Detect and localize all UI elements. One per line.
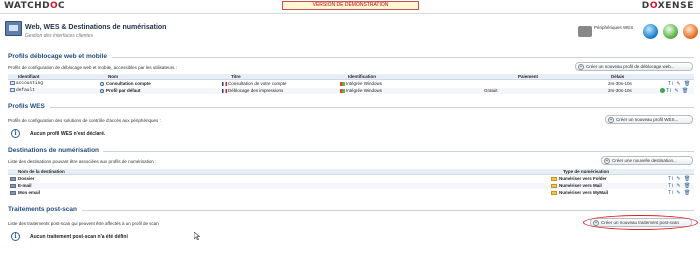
info-icon: i: [11, 129, 20, 138]
table-row[interactable]: default Profil par défaut Déblocage des …: [8, 88, 694, 94]
globe-icon[interactable]: [643, 24, 658, 39]
mouse-cursor-icon: [193, 231, 201, 241]
search-icon: [100, 88, 104, 93]
table-header-destinations: Nom de la destination Type de numérisati…: [8, 169, 694, 175]
row-actions[interactable]: Ti ✎ 🗑: [668, 81, 691, 87]
add-icon: +: [578, 64, 584, 70]
profile-icon: [10, 81, 15, 85]
info-icon: i: [11, 232, 20, 241]
create-destination-button[interactable]: + Créer une nouvelle destination...: [601, 156, 693, 165]
section-divider: [112, 57, 694, 58]
profile-icon: [10, 88, 15, 92]
destination-icon: [10, 190, 16, 195]
page-subtitle: Gestion des interfaces clientes: [25, 33, 94, 39]
destination-icon: [10, 183, 16, 188]
row-actions[interactable]: Ti ✎ 🗑: [668, 176, 691, 182]
section-divider: [50, 107, 694, 108]
demo-banner: VERSION DE DÉMONSTRATION: [282, 1, 419, 10]
create-post-scan-button[interactable]: + Créer un nouveau traitement post-scan: [590, 218, 692, 227]
windows-icon: [340, 81, 345, 86]
section-title-post-scan: Traitements post-scan: [8, 206, 77, 213]
printer-icon: [578, 26, 592, 37]
web-interfaces-icon: [5, 21, 22, 36]
search-icon: [100, 81, 104, 86]
folder-icon: [551, 176, 557, 181]
mail-icon: [551, 190, 557, 195]
table-row[interactable]: Dossier Numériser vers Folder Ti ✎ 🗑: [8, 176, 694, 182]
default-check-icon: [660, 88, 665, 94]
page-header: Web, WES & Destinations de numérisation …: [0, 15, 700, 48]
table-row[interactable]: accounting Consultation compte Consultat…: [8, 81, 694, 87]
table-header-web-profiles: Identifiant Nom Titre Identification Pai…: [8, 74, 694, 80]
wes-peripherals-link[interactable]: Périphériques WES: [578, 24, 636, 40]
empty-wes-message: Aucun profil WES n'est déclaré.: [30, 131, 106, 137]
section-divider: [103, 151, 694, 152]
add-icon: +: [593, 220, 599, 226]
add-icon: +: [608, 117, 614, 123]
section-title-destinations: Destinations de numérisation: [8, 147, 100, 154]
flag-icon: [222, 88, 227, 93]
watchdoc-logo: WATCHDOC: [4, 1, 66, 11]
row-actions[interactable]: Ti ✎ 🗑: [668, 183, 691, 189]
flag-icon: [222, 81, 227, 86]
create-web-profile-button[interactable]: + Créer un nouveau profil de déblocage we…: [575, 62, 693, 71]
section-divider: [82, 210, 694, 211]
row-actions[interactable]: Ti ✎ 🗑: [660, 88, 689, 94]
section-desc-post-scan: Liste des traitements post-scan qui peuv…: [8, 221, 159, 226]
add-icon: +: [604, 158, 610, 164]
section-desc-web-profiles: Profils de configuration de déblocage we…: [8, 65, 177, 70]
green-globe-icon[interactable]: [663, 24, 678, 39]
page-title: Web, WES & Destinations de numérisation: [25, 24, 167, 31]
section-desc-wes-profiles: Profils de configuration des solutions d…: [8, 118, 161, 123]
section-title-wes-profiles: Profils WES: [8, 103, 45, 110]
empty-post-scan-message: Aucun traitement post-scan n'a été défin…: [30, 234, 128, 240]
destination-icon: [10, 176, 16, 181]
doxense-logo: DOXENSE: [641, 1, 694, 11]
mail-icon: [551, 183, 557, 188]
peripherals-label: Périphériques WES: [594, 25, 634, 30]
row-actions[interactable]: Ti ✎ 🗑: [668, 190, 691, 196]
create-wes-profile-button[interactable]: + Créer un nouveau profil WES...: [605, 115, 693, 124]
bell-icon[interactable]: [683, 24, 698, 39]
top-bar: WATCHDOC VERSION DE DÉMONSTRATION DOXENS…: [0, 0, 700, 14]
table-row[interactable]: E-mail Numériser vers Mail Ti ✎ 🗑: [8, 183, 694, 189]
section-desc-destinations: Liste des destinations pouvant être asso…: [8, 159, 157, 164]
section-title-web-profiles: Profils déblocage web et mobile: [8, 53, 107, 60]
table-row[interactable]: Mon email Numériser vers MyMail Ti ✎ 🗑: [8, 190, 694, 196]
windows-icon: [340, 88, 345, 93]
